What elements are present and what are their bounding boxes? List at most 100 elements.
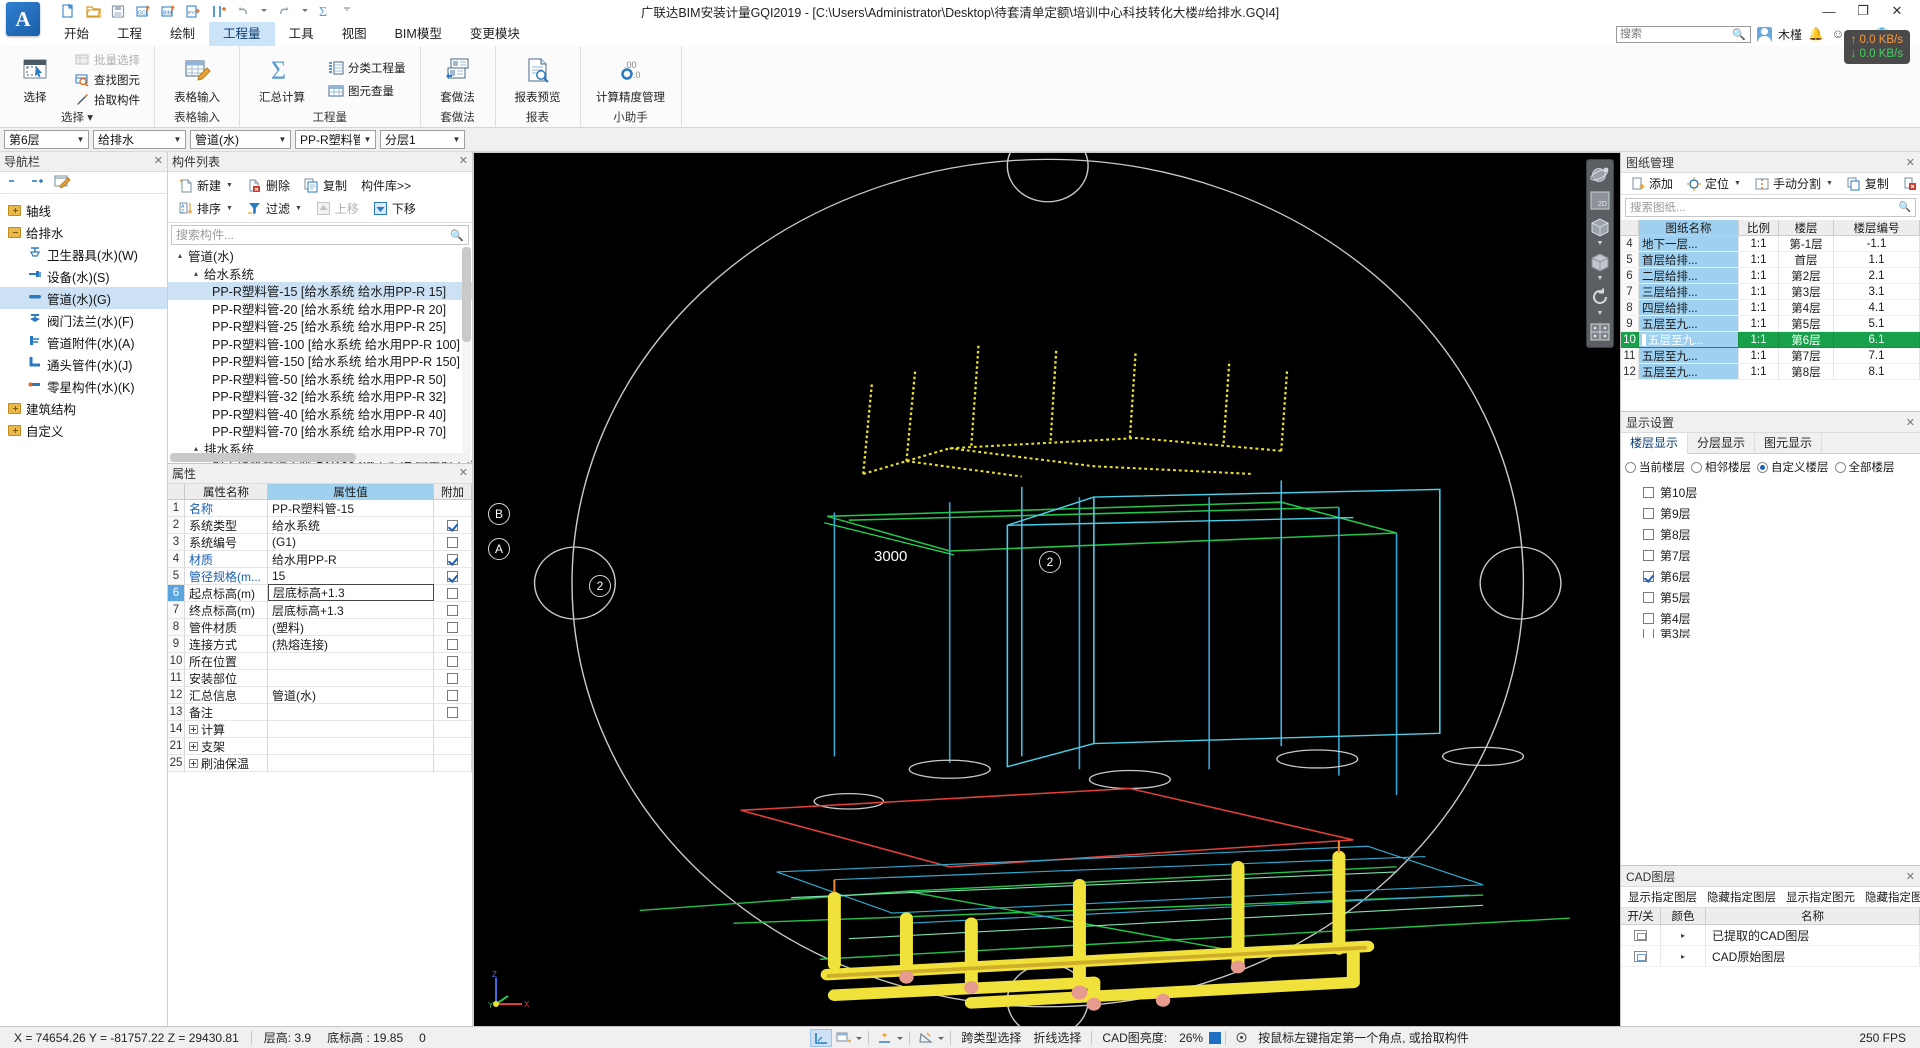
radio-adjacent-floor[interactable]: 相邻楼层 <box>1691 459 1751 475</box>
gcl-import-icon[interactable]: GCL <box>135 3 152 20</box>
floor-checkbox[interactable] <box>1643 529 1654 540</box>
copy-component-button[interactable]: 复制 <box>298 174 353 197</box>
tab-start[interactable]: 开始 <box>50 22 103 46</box>
floor-checkbox[interactable] <box>1643 487 1654 498</box>
chevron-down-icon[interactable]: ▼ <box>295 205 302 212</box>
nav-item-architecture[interactable]: 建筑结构 <box>0 397 167 419</box>
property-checkbox[interactable] <box>447 604 458 616</box>
chevron-down-icon[interactable]: ▼ <box>170 135 185 144</box>
hide-specified-elements-button[interactable]: 隐藏指定图元 <box>1861 887 1920 907</box>
property-value[interactable] <box>268 653 434 670</box>
nav-item-accessory[interactable]: 管道附件(水)(A) <box>0 331 167 353</box>
property-row[interactable]: 8 管件材质 (塑料) <box>168 619 472 636</box>
scrollbar-thumb[interactable] <box>170 453 356 462</box>
property-row[interactable]: 9 连接方式 (热熔连接) <box>168 636 472 653</box>
caret-icon[interactable]: ▸ <box>1681 931 1685 940</box>
property-value[interactable]: 层底标高+1.3 <box>268 584 434 601</box>
floor-item[interactable]: 第4层 <box>1621 608 1920 629</box>
drawing-row[interactable]: 5 首层给排... 1:1 首层 1.1 <box>1621 252 1920 268</box>
radio-dot[interactable] <box>1691 461 1702 473</box>
component-library-button[interactable]: 构件库>> <box>355 174 417 197</box>
floor-checkbox[interactable] <box>1643 508 1654 519</box>
property-value[interactable]: 给水系统 <box>268 517 434 534</box>
caret-icon[interactable]: ▴ <box>194 444 204 453</box>
chevron-down-icon[interactable]: ▼ <box>1826 180 1833 187</box>
tab-quantity[interactable]: 工程量 <box>209 22 275 46</box>
split-icon[interactable] <box>210 3 227 20</box>
move-down-button[interactable]: 下移 <box>367 197 422 220</box>
tree-node-supply-system[interactable]: ▴ 给水系统 <box>168 265 472 283</box>
property-row[interactable]: 11 安装部位 <box>168 670 472 687</box>
report-preview-button[interactable]: 报表预览 <box>502 49 574 111</box>
bim-import-icon[interactable]: BIM <box>160 3 177 20</box>
select-button[interactable]: 选择 <box>6 49 64 111</box>
component-tree-vscrollbar[interactable] <box>462 247 471 453</box>
discipline-combo[interactable]: 给排水 ▼ <box>93 130 186 149</box>
close-button[interactable]: ✕ <box>1880 0 1914 22</box>
property-row[interactable]: 10 所在位置 <box>168 653 472 670</box>
property-row[interactable]: 12 汇总信息 管道(水) <box>168 687 472 704</box>
radio-dot[interactable] <box>1834 461 1846 473</box>
property-row[interactable]: 1 名称 PP-R塑料管-15 <box>168 500 472 517</box>
rotate-icon[interactable] <box>1588 285 1612 309</box>
expand-icon[interactable] <box>189 724 198 734</box>
floor-combo[interactable]: 第6层 ▼ <box>4 130 89 149</box>
property-value[interactable]: 层底标高+1.3 <box>268 602 434 619</box>
floor-checkbox[interactable] <box>1643 629 1654 638</box>
property-value[interactable] <box>268 755 434 772</box>
close-icon[interactable]: ✕ <box>1906 156 1915 169</box>
select-by-type-button[interactable]: 跨类型选择 <box>955 1029 1027 1046</box>
chevron-down-icon[interactable]: ▼ <box>226 182 233 189</box>
grid-bubble-2-left[interactable]: 2 <box>589 575 611 597</box>
grid-bubble-A[interactable]: A <box>488 538 510 560</box>
new-component-button[interactable]: 新建 ▼ <box>172 174 239 197</box>
apply-method-button[interactable]: 套做法 <box>427 49 489 111</box>
property-row[interactable]: 3 系统编号 (G1) <box>168 534 472 551</box>
drawing-row[interactable]: 4 地下一层... 1:1 第-1层 -1.1 <box>1621 236 1920 252</box>
close-icon[interactable]: ✕ <box>1906 416 1915 429</box>
radio-dot[interactable] <box>1757 461 1768 473</box>
nav-item-custom[interactable]: 自定义 <box>0 419 167 441</box>
delete-component-button[interactable]: 删除 <box>241 174 296 197</box>
drawing-row[interactable]: 7 三层给排... 1:1 第3层 3.1 <box>1621 284 1920 300</box>
search-box[interactable]: 🔍 <box>1615 25 1751 43</box>
nav-item-valve[interactable]: 阀门法兰(水)(F) <box>0 309 167 331</box>
drawing-row[interactable]: 9 五层至九... 1:1 第5层 5.1 <box>1621 316 1920 332</box>
nav-item-misc[interactable]: 零星构件(水)(K) <box>0 375 167 397</box>
tab-project[interactable]: 工程 <box>103 22 156 46</box>
open-icon[interactable] <box>85 3 102 20</box>
hide-specified-layers-button[interactable]: 隐藏指定图层 <box>1703 887 1780 907</box>
precision-button[interactable]: .00.0 计算精度管理 <box>587 49 675 111</box>
tab-bim-model[interactable]: BIM模型 <box>381 22 456 46</box>
property-value[interactable]: (G1) <box>268 534 434 551</box>
floor-item[interactable]: 第3层 <box>1621 629 1920 638</box>
property-checkbox[interactable] <box>447 570 458 582</box>
tab-view[interactable]: 视图 <box>328 22 381 46</box>
drawing-row[interactable]: 10 五层至九... 1:1 第6层 6.1 <box>1621 332 1920 348</box>
classified-qty-button[interactable]: 分类工程量 <box>322 59 412 78</box>
expand-icon[interactable] <box>189 758 198 768</box>
grid-bubble-B[interactable]: B <box>488 503 510 525</box>
add-drawing-button[interactable]: 添加 <box>1624 172 1679 195</box>
bell-icon[interactable]: 🔔 <box>1808 27 1824 42</box>
polyline-select-button[interactable]: 折线选择 <box>1027 1029 1087 1046</box>
cad-layer-row[interactable]: ▸ 已提取的CAD图层 <box>1621 925 1920 946</box>
pick-component-button[interactable]: 拾取构件 <box>68 90 146 109</box>
component-combo[interactable]: PP-R塑料管-15 ▼ <box>295 130 376 149</box>
tree-node-ppr-100[interactable]: PP-R塑料管-100 [给水系统 给水用PP-R 100] <box>168 335 472 353</box>
layer-combo[interactable]: 分层1 ▼ <box>380 130 465 149</box>
floor-item[interactable]: 第9层 <box>1621 503 1920 524</box>
maximize-button[interactable]: ❐ <box>1846 0 1880 22</box>
show-specified-layers-button[interactable]: 显示指定图层 <box>1624 887 1701 907</box>
caret-icon[interactable]: ▸ <box>1681 952 1685 961</box>
cad-layer-switch[interactable] <box>1621 946 1661 967</box>
property-value[interactable]: (塑料) <box>268 619 434 636</box>
floor-checkbox[interactable] <box>1643 550 1654 561</box>
chevron-down-icon[interactable]: ▼ <box>449 135 464 144</box>
property-checkbox[interactable] <box>447 621 458 633</box>
property-value[interactable]: 管道(水) <box>268 687 434 704</box>
new-icon[interactable] <box>60 3 77 20</box>
floor-checkbox[interactable] <box>1643 571 1654 582</box>
solid-box-icon[interactable] <box>1588 250 1612 274</box>
point-icon[interactable] <box>873 1029 895 1047</box>
